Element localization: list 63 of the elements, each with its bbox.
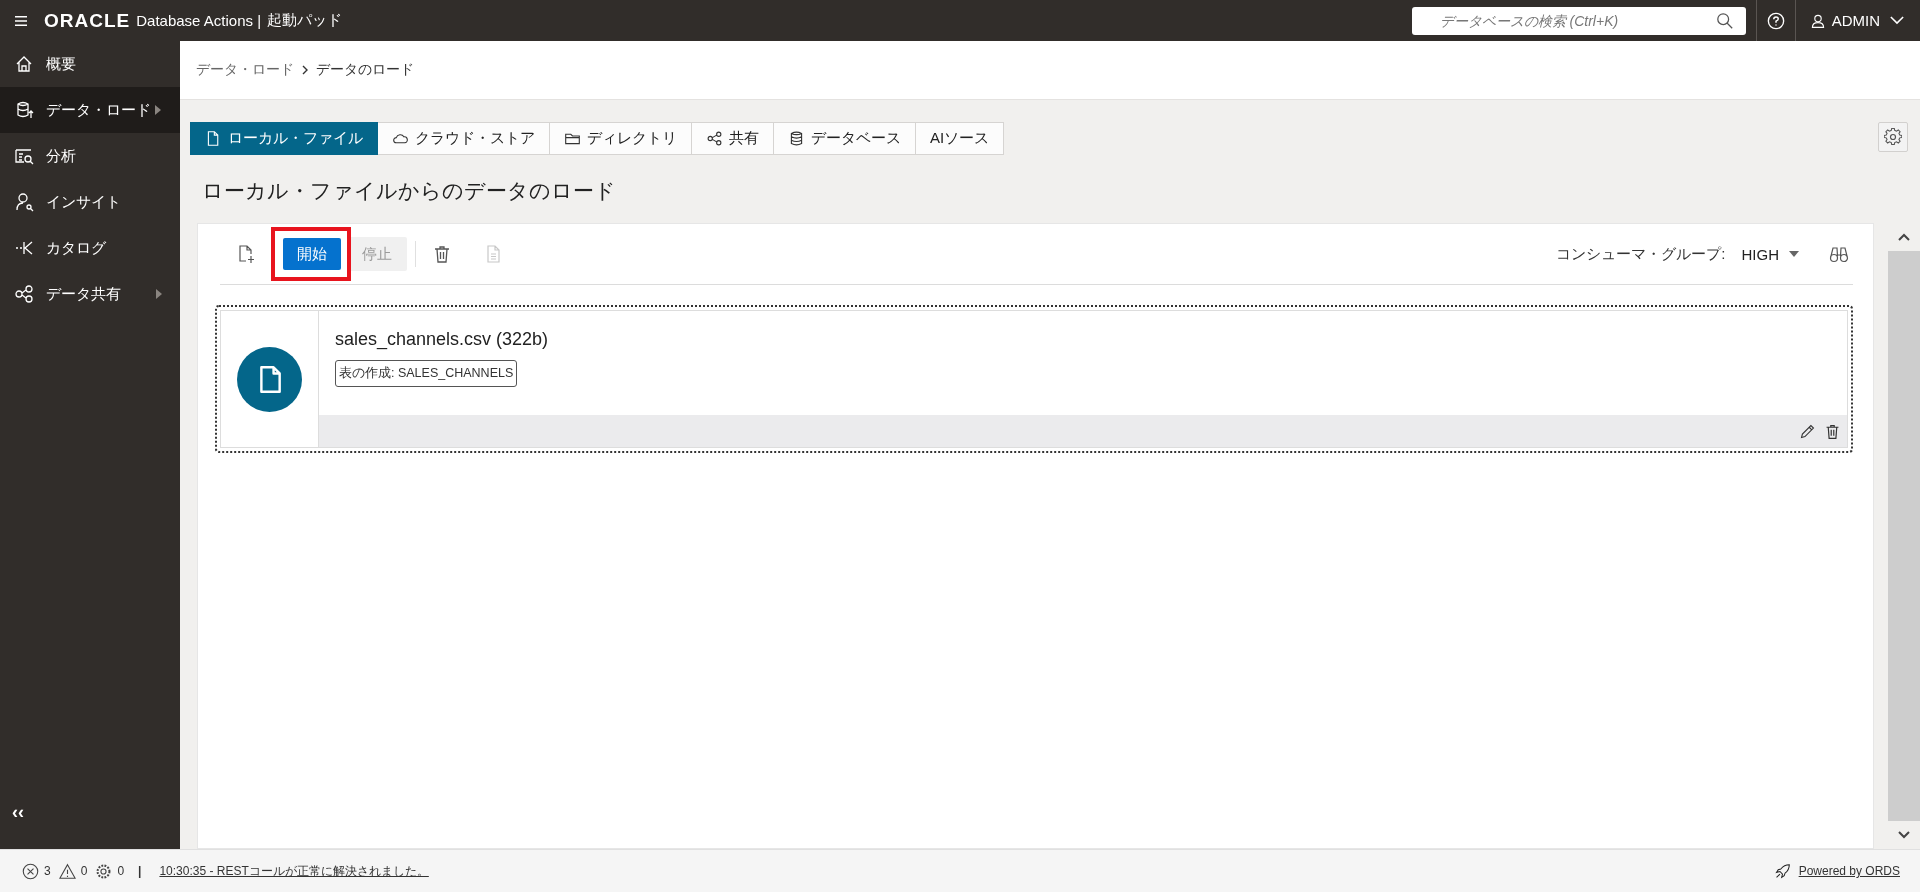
consumer-group-dropdown[interactable]: HIGH bbox=[1741, 245, 1799, 263]
user-icon bbox=[1809, 12, 1826, 29]
rocket-icon bbox=[1773, 862, 1791, 880]
trash-icon[interactable] bbox=[432, 244, 452, 264]
sidebar-item[interactable]: インサイト bbox=[0, 179, 180, 225]
tab[interactable]: ディレクトリ bbox=[550, 122, 692, 155]
table-tag: 表の作成: SALES_CHANNELS bbox=[335, 360, 518, 387]
logo: ORACLE bbox=[44, 9, 131, 32]
tab[interactable]: クラウド・ストア bbox=[378, 122, 550, 155]
separator: | bbox=[138, 864, 142, 878]
tab[interactable]: データベース bbox=[774, 122, 916, 155]
error-icon[interactable] bbox=[22, 862, 39, 880]
warning-icon[interactable] bbox=[58, 862, 76, 880]
start-button[interactable]: 開始 bbox=[283, 238, 341, 270]
task-count: 0 bbox=[117, 864, 125, 878]
tab[interactable]: ローカル・ファイル bbox=[190, 122, 378, 155]
user-menu[interactable]: ADMIN bbox=[1795, 12, 1920, 29]
nav-icon bbox=[14, 146, 34, 166]
page-title: ローカル・ファイルからのデータのロード bbox=[202, 178, 617, 204]
sidebar-item[interactable]: データ・ロード bbox=[0, 87, 180, 133]
menu-icon[interactable] bbox=[14, 14, 28, 27]
collapse-sidebar-button[interactable]: ‹‹ bbox=[0, 802, 180, 849]
chevron-right-icon bbox=[302, 65, 308, 75]
scroll-up-icon[interactable] bbox=[1898, 233, 1910, 241]
settings-button[interactable] bbox=[1878, 122, 1908, 152]
nav-icon bbox=[14, 192, 34, 212]
nav-icon bbox=[14, 54, 34, 74]
help-icon[interactable] bbox=[1766, 11, 1785, 30]
gear-icon[interactable] bbox=[95, 862, 113, 880]
sidebar-item[interactable]: カタログ bbox=[0, 225, 180, 271]
binoculars-icon[interactable] bbox=[1829, 244, 1849, 264]
caret-right-icon bbox=[156, 289, 162, 299]
pencil-icon[interactable] bbox=[1799, 422, 1816, 440]
tab-icon bbox=[706, 130, 723, 147]
nav-icon bbox=[14, 284, 34, 304]
scroll-down-icon[interactable] bbox=[1898, 831, 1910, 839]
consumer-group-label: コンシューマ・グループ: bbox=[1556, 244, 1726, 264]
sidebar-item[interactable]: 概要 bbox=[0, 41, 180, 87]
file-icon bbox=[237, 346, 302, 412]
product-name: Database Actions | bbox=[136, 12, 262, 29]
status-message-link[interactable]: 10:30:35 - RESTコールが正常に解決されました。 bbox=[159, 862, 429, 880]
breadcrumb-item[interactable]: データ・ロード bbox=[196, 61, 294, 79]
add-file-icon[interactable] bbox=[236, 244, 256, 264]
search-field[interactable]: データベースの検索 (Ctrl+K) bbox=[1411, 6, 1746, 35]
powered-by-link[interactable]: Powered by ORDS bbox=[1798, 864, 1900, 878]
trash-icon[interactable] bbox=[1824, 422, 1841, 440]
sidebar-item[interactable]: データ共有 bbox=[0, 271, 180, 317]
caret-down-icon bbox=[1789, 251, 1799, 257]
breadcrumb-item: データのロード bbox=[316, 61, 414, 79]
warning-count: 0 bbox=[80, 864, 88, 878]
sidebar-item[interactable]: 分析 bbox=[0, 133, 180, 179]
caret-right-icon bbox=[155, 105, 161, 115]
tab[interactable]: AIソース bbox=[916, 122, 1005, 155]
settings-icon bbox=[1884, 128, 1902, 146]
file-card[interactable]: sales_channels.csv (322b) 表の作成: SALES_CHANNELS bbox=[215, 305, 1853, 453]
chevron-down-icon bbox=[1890, 16, 1904, 25]
tab-icon bbox=[788, 130, 805, 147]
page-name: 起動パッド bbox=[267, 11, 343, 30]
tab[interactable]: 共有 bbox=[692, 122, 774, 155]
file-name: sales_channels.csv (322b) bbox=[335, 329, 549, 350]
error-count: 3 bbox=[44, 864, 51, 878]
search-icon[interactable] bbox=[1715, 11, 1734, 30]
nav-icon bbox=[14, 100, 34, 120]
